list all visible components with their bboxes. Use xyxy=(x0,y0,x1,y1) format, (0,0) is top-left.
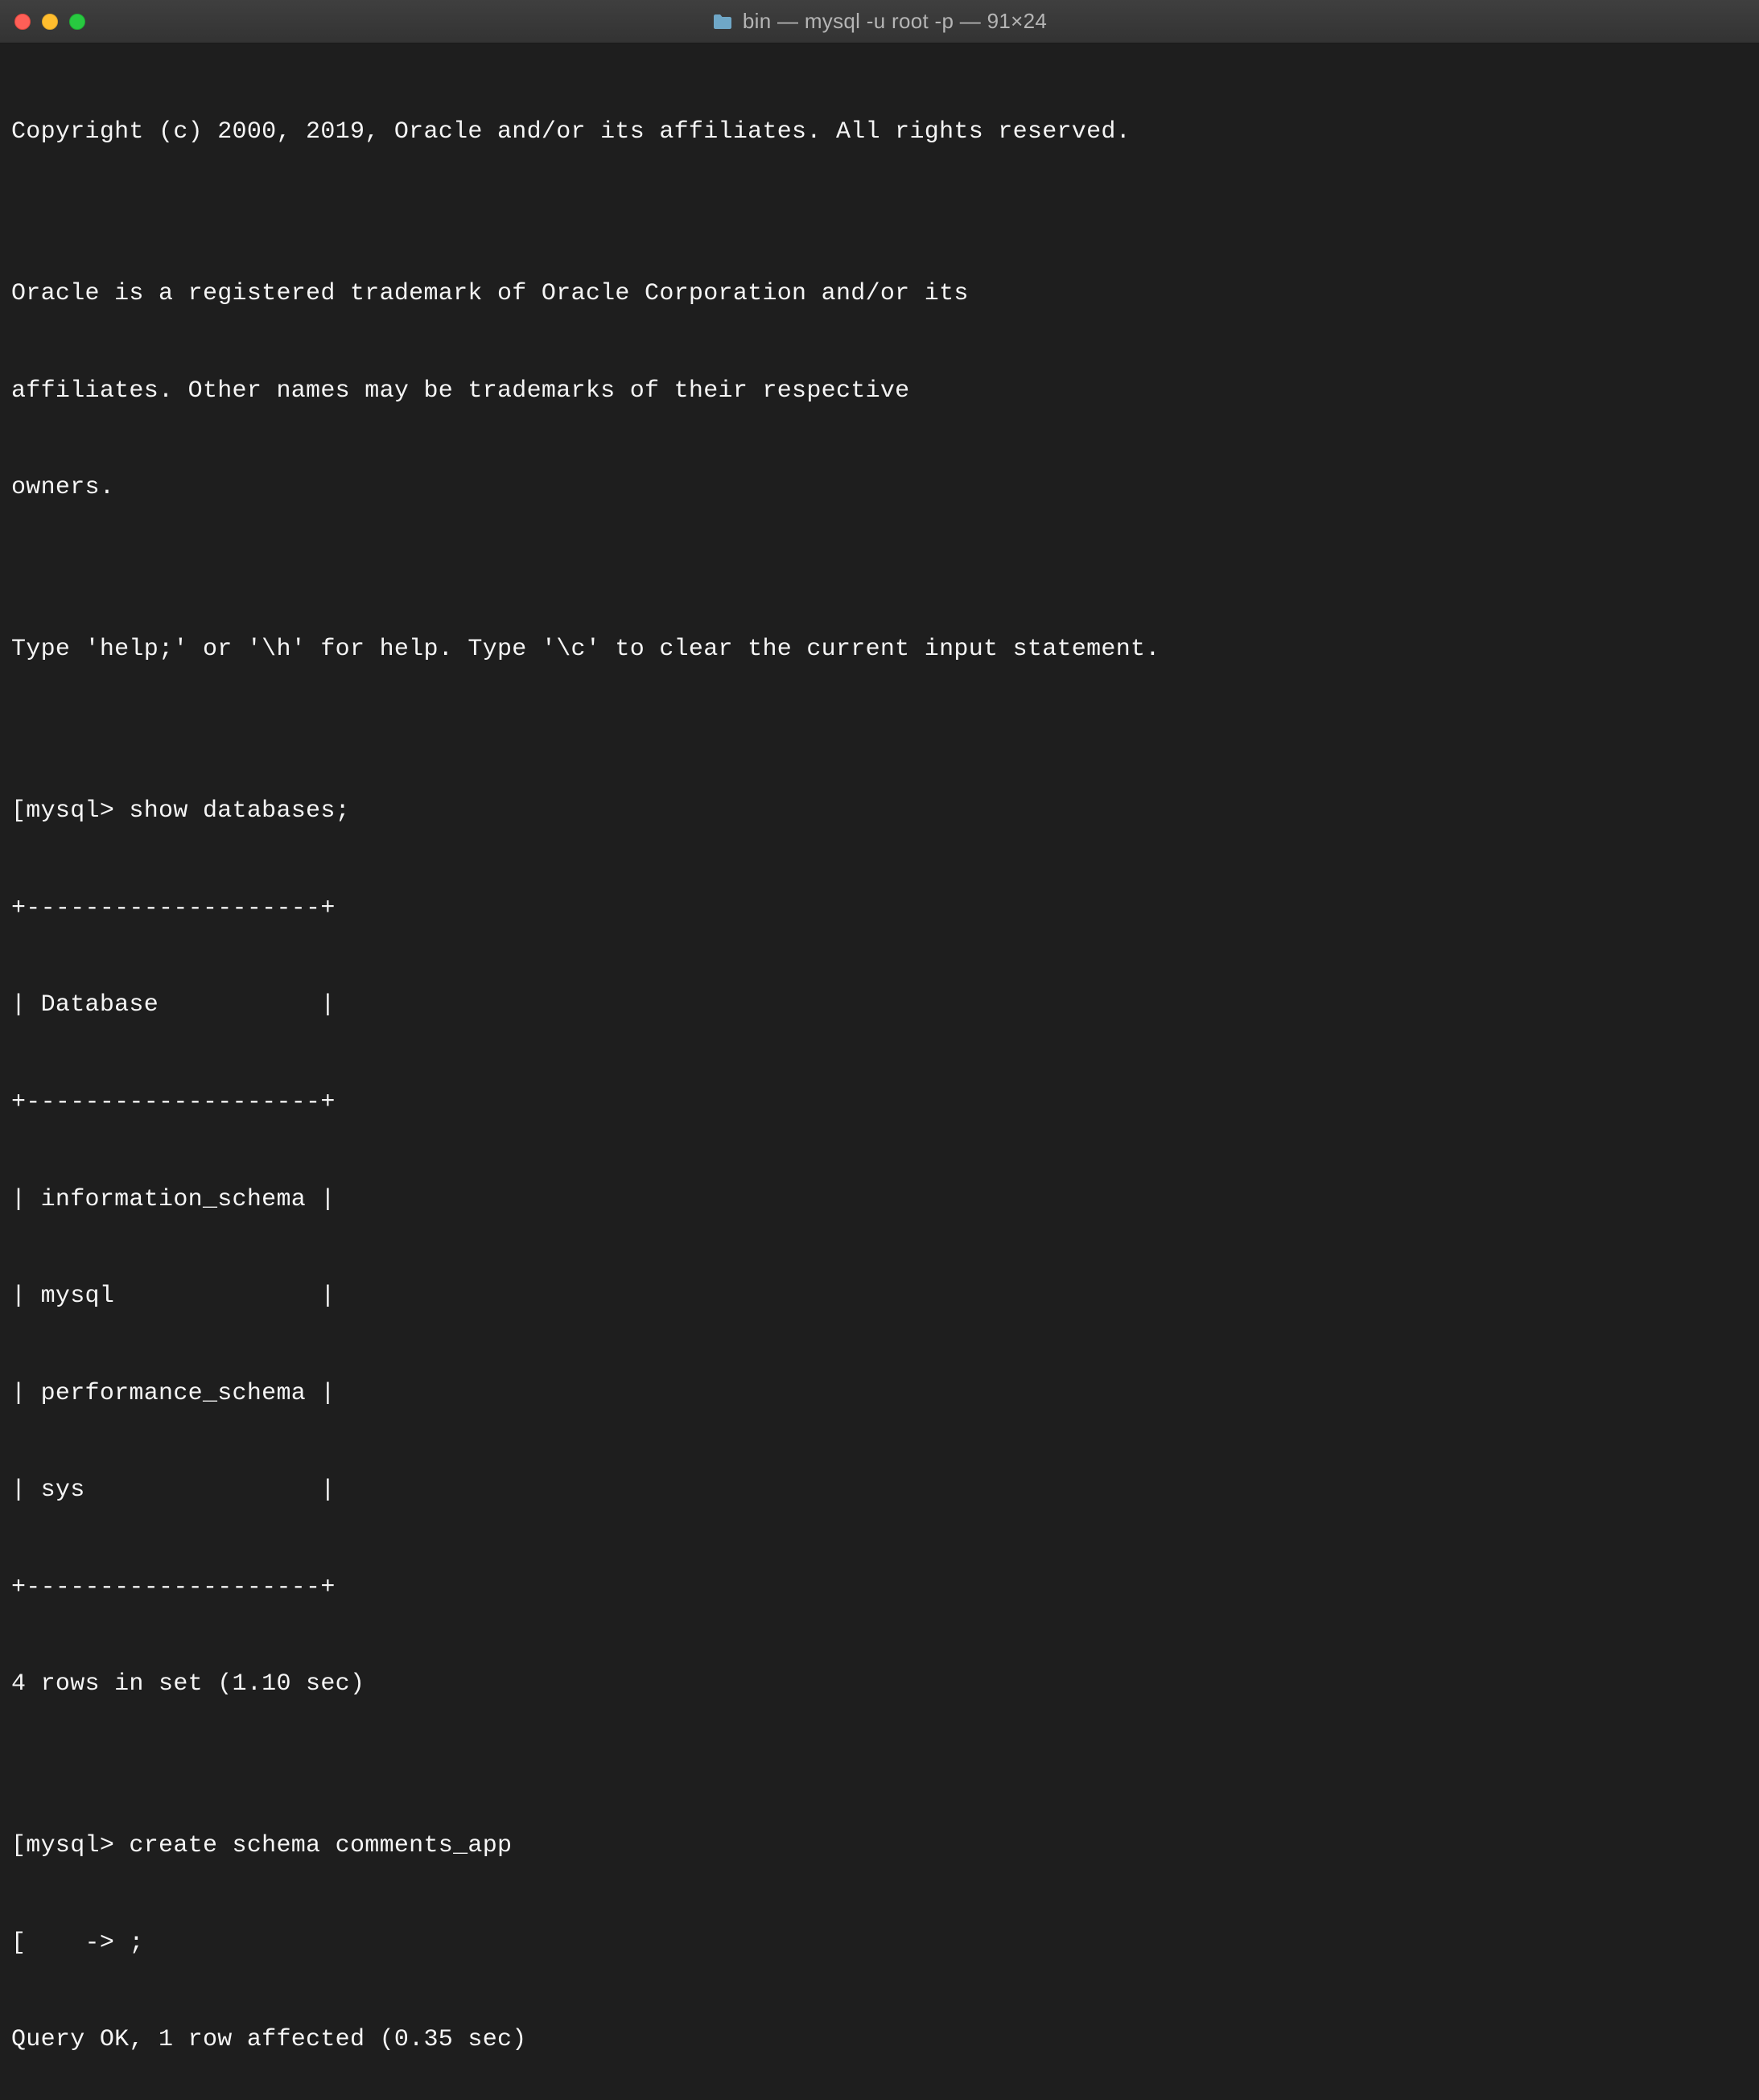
terminal-line: Type 'help;' or '\h' for help. Type '\c'… xyxy=(11,633,1748,665)
minimize-button[interactable] xyxy=(42,14,58,30)
terminal-line: | sys | xyxy=(11,1474,1748,1506)
terminal-line: [mysql> show databases; xyxy=(11,795,1748,827)
terminal-line: 4 rows in set (1.10 sec) xyxy=(11,1668,1748,1700)
terminal-line: Query OK, 1 row affected (0.35 sec) xyxy=(11,2024,1748,2056)
terminal-line: [mysql> create schema comments_app xyxy=(11,1830,1748,1862)
terminal-line: Oracle is a registered trademark of Orac… xyxy=(11,278,1748,310)
terminal-line: | Database | xyxy=(11,989,1748,1021)
terminal-line: Copyright (c) 2000, 2019, Oracle and/or … xyxy=(11,116,1748,148)
window-titlebar: bin — mysql -u root -p — 91×24 xyxy=(0,0,1759,43)
terminal-line: +--------------------+ xyxy=(11,1571,1748,1604)
close-button[interactable] xyxy=(14,14,31,30)
terminal-line: | information_schema | xyxy=(11,1184,1748,1216)
traffic-lights xyxy=(14,14,85,30)
terminal-line: owners. xyxy=(11,471,1748,504)
terminal-line: +--------------------+ xyxy=(11,892,1748,924)
window-title: bin — mysql -u root -p — 91×24 xyxy=(743,9,1047,34)
terminal-line: +--------------------+ xyxy=(11,1086,1748,1118)
terminal-line: | mysql | xyxy=(11,1280,1748,1312)
terminal-line: | performance_schema | xyxy=(11,1377,1748,1410)
folder-icon xyxy=(712,13,733,31)
terminal-line: affiliates. Other names may be trademark… xyxy=(11,375,1748,407)
terminal-line: [ -> ; xyxy=(11,1927,1748,1959)
maximize-button[interactable] xyxy=(69,14,85,30)
